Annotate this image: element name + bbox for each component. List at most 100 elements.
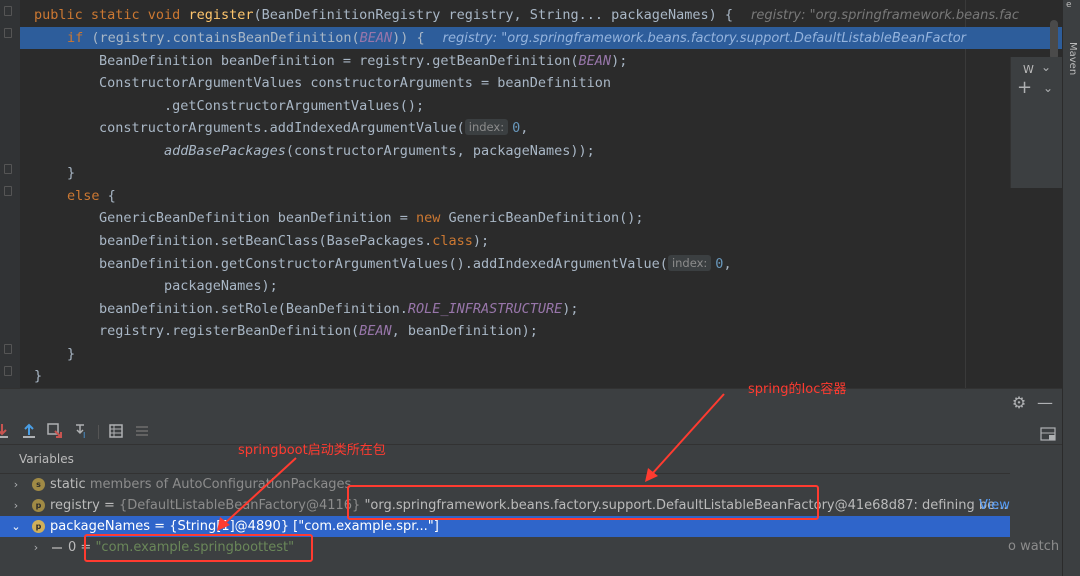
code-line[interactable]: beanDefinition.setBeanClass(BasePackages… (20, 230, 1062, 252)
variable-description: members of AutoConfigurationPackages (85, 477, 352, 492)
variable-name: registry (50, 498, 100, 513)
code-line[interactable]: } (20, 365, 1062, 387)
code-token: )) { (392, 30, 425, 46)
fold-marker[interactable] (4, 28, 12, 38)
number-token: 0 (512, 120, 521, 136)
editor-scrollbar[interactable] (1050, 20, 1058, 60)
code-token: BeanDefinition beanDefinition = registry… (99, 53, 579, 69)
debug-panel-header: ⚙ — (0, 389, 1062, 417)
code-token: registry.registerBeanDefinition( (99, 323, 360, 339)
variable-equals: = (99, 498, 120, 513)
code-line[interactable]: } (20, 162, 1062, 184)
minimize-panel-icon[interactable]: — (1035, 393, 1055, 413)
code-token: beanDefinition.getConstructorArgumentVal… (99, 256, 668, 272)
parameter-hint: index: (464, 119, 509, 135)
code-line[interactable]: ConstructorArgumentValues constructorArg… (20, 72, 1062, 94)
watches-empty-hint: o watch (1008, 539, 1060, 554)
expand-arrow-icon[interactable]: › (10, 495, 22, 516)
current-execution-line[interactable]: if (registry.containsBeanDefinition(BEAN… (20, 27, 1062, 49)
code-line[interactable]: beanDefinition.setRole(BeanDefinition.RO… (20, 298, 1062, 320)
code-line[interactable]: GenericBeanDefinition beanDefinition = n… (20, 207, 1062, 229)
code-line[interactable]: else { (20, 185, 1062, 207)
chevron-down-icon[interactable]: ⌄ (1041, 60, 1051, 74)
package-value-highlight (84, 534, 313, 562)
evaluate-table-icon[interactable] (106, 421, 126, 441)
inline-debug-value: registry: "org.springframework.beans.fac (751, 8, 1019, 23)
add-watch-icon[interactable]: + (1017, 77, 1032, 98)
toolbar-separator (98, 425, 99, 439)
code-token: } (67, 165, 76, 181)
parameter-badge-icon: p (32, 499, 45, 512)
code-token: GenericBeanDefinition(); (448, 210, 644, 226)
fold-marker[interactable] (4, 344, 12, 354)
debugger-toolbar: I (0, 417, 1062, 445)
code-token: , beanDefinition); (391, 323, 538, 339)
static-badge-icon: s (32, 478, 45, 491)
variable-type: {DefaultListableBeanFactory@4116} (119, 498, 365, 513)
code-token: public static void (34, 7, 189, 23)
expand-arrow-icon[interactable]: › (30, 537, 42, 558)
settings-gear-icon[interactable]: ⚙ (1009, 393, 1029, 413)
code-token: GenericBeanDefinition beanDefinition = (99, 210, 416, 226)
code-token: { (107, 188, 116, 204)
fold-marker[interactable] (4, 6, 12, 16)
code-token: packageNames); (164, 278, 278, 294)
tool-window-tab-label[interactable]: e (1066, 0, 1072, 10)
code-line[interactable]: .getConstructorArgumentValues(); (20, 95, 1062, 117)
drop-frame-icon[interactable] (45, 421, 65, 441)
chevron-down-icon[interactable]: ⌄ (1043, 81, 1053, 95)
variable-value: ["com.example.spr..."] (293, 519, 439, 534)
code-token: (constructorArguments, packageNames)); (285, 143, 595, 159)
step-out-icon[interactable] (19, 421, 39, 441)
code-token: } (34, 368, 43, 384)
code-line[interactable]: packageNames); (20, 275, 1062, 297)
constant-token: BEAN (359, 323, 392, 339)
watches-tab[interactable]: W (1023, 63, 1034, 76)
view-link[interactable]: View (979, 495, 1010, 516)
code-token: .getConstructorArgumentValues(); (164, 98, 425, 114)
step-into-icon[interactable] (0, 421, 14, 441)
constant-token: BEAN (578, 53, 612, 69)
constant-token: ROLE_INFRASTRUCTURE (407, 301, 563, 317)
code-token: } (67, 346, 76, 362)
maven-tool-tab[interactable]: Maven (1064, 42, 1078, 92)
code-line[interactable]: BeanDefinition beanDefinition = registry… (20, 50, 1062, 72)
code-line[interactable]: registry.registerBeanDefinition(BEAN, be… (20, 320, 1062, 342)
code-line[interactable]: constructorArguments.addIndexedArgumentV… (20, 117, 1062, 139)
code-token: ); (472, 233, 490, 249)
expand-arrow-icon[interactable]: › (10, 474, 22, 495)
trace-stream-icon[interactable] (132, 421, 152, 441)
code-token: ); (562, 301, 579, 317)
code-token: (registry.containsBeanDefinition( (91, 30, 360, 46)
code-token: , (520, 120, 529, 136)
fold-marker[interactable] (4, 186, 12, 196)
svg-text:I: I (83, 431, 85, 440)
code-token: if (67, 30, 92, 46)
variable-equals: = (150, 519, 170, 534)
code-editor[interactable]: public static void register(BeanDefiniti… (0, 0, 1062, 388)
code-token: ConstructorArgumentValues constructorArg… (99, 75, 612, 91)
list-item-dash-icon (52, 547, 62, 549)
collapse-arrow-icon[interactable]: ⌄ (10, 516, 22, 537)
code-line[interactable]: } (20, 343, 1062, 365)
inline-debug-value: registry: "org.springframework.beans.fac… (442, 31, 967, 46)
code-token: else (67, 188, 108, 204)
ioc-container-annotation: spring的Ioc容器 (748, 382, 847, 397)
variables-header: Variables (0, 446, 1010, 474)
fold-marker[interactable] (4, 366, 12, 376)
code-line[interactable]: beanDefinition.getConstructorArgumentVal… (20, 253, 1062, 275)
code-line[interactable]: addBasePackages(constructorArguments, pa… (20, 140, 1062, 162)
run-to-cursor-icon[interactable]: I (72, 421, 92, 441)
parameter-hint: index: (667, 255, 712, 271)
code-token: , (723, 256, 732, 272)
code-token: new (415, 210, 449, 226)
variables-title: Variables (19, 452, 74, 466)
editor-gutter[interactable] (0, 0, 20, 388)
code-token: constructorArguments.addIndexedArgumentV… (99, 120, 465, 136)
variable-name: packageNames (50, 519, 151, 534)
fold-marker[interactable] (4, 164, 12, 174)
startup-package-annotation: springboot启动类所在包 (238, 443, 386, 458)
code-line[interactable]: public static void register(BeanDefiniti… (20, 4, 1062, 26)
layout-settings-icon[interactable] (1040, 426, 1056, 441)
method-name: register (188, 7, 254, 23)
